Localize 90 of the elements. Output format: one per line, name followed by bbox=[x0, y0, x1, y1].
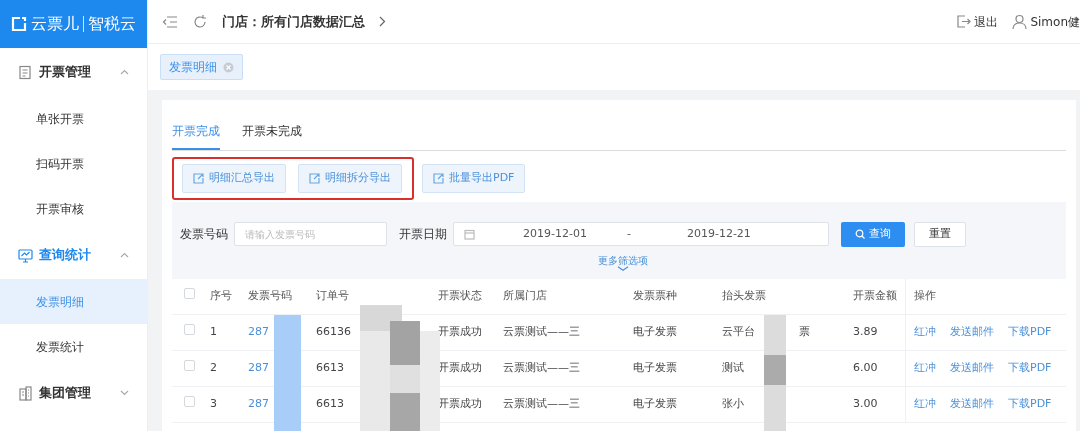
sidebar-item[interactable]: 发票统计 bbox=[0, 324, 147, 369]
table-cell: 云票测试——三 bbox=[503, 360, 580, 374]
search-icon bbox=[855, 229, 865, 239]
column-header: 操作 bbox=[905, 278, 1066, 314]
column-header: 开票金额 bbox=[853, 287, 898, 304]
brand-name: 云票儿 bbox=[31, 13, 79, 35]
invoice-number-link[interactable]: 287 bbox=[248, 324, 269, 338]
logo-icon bbox=[11, 16, 27, 32]
sidebar-group[interactable]: 查询统计 bbox=[0, 231, 147, 279]
logout-link[interactable]: 退出 bbox=[956, 12, 999, 31]
column-header: 发票票种 bbox=[633, 287, 678, 304]
column-header: 发票号码 bbox=[248, 287, 293, 304]
table-cell: 电子发票 bbox=[633, 360, 677, 374]
column-header: 抬头发票 bbox=[722, 287, 767, 304]
refresh-icon bbox=[192, 13, 208, 30]
open-tab[interactable]: 发票明细 bbox=[160, 54, 243, 80]
table-cell: 云票测试——三 bbox=[503, 324, 580, 338]
column-header: 所属门店 bbox=[503, 287, 548, 304]
action-link[interactable]: 发送邮件 bbox=[950, 395, 994, 413]
table-cell: 2 bbox=[210, 360, 217, 374]
document-icon bbox=[18, 64, 33, 80]
table-cell: 6613 bbox=[316, 396, 344, 410]
action-link[interactable]: 红冲 bbox=[914, 359, 936, 377]
action-link[interactable]: 发送邮件 bbox=[950, 359, 994, 377]
action-link[interactable]: 红冲 bbox=[914, 395, 936, 413]
table-cell: 票 bbox=[799, 324, 810, 338]
column-header: 序号 bbox=[210, 287, 233, 304]
invoice-number-link[interactable]: 287 bbox=[248, 360, 269, 374]
field-label: 发票号码 bbox=[180, 226, 228, 243]
reset-button[interactable]: 重置 bbox=[914, 221, 966, 247]
sidebar-group[interactable]: 开票管理 bbox=[0, 48, 147, 96]
building-icon bbox=[18, 385, 33, 401]
export-button[interactable]: 明细汇总导出 bbox=[182, 164, 286, 193]
chevron-right-icon bbox=[379, 16, 386, 27]
product-name: 智税云 bbox=[88, 13, 136, 35]
tab[interactable]: 开票完成 bbox=[172, 118, 220, 150]
invoice-number-field[interactable]: 请输入发票号码 bbox=[234, 222, 387, 246]
chevron-down-icon bbox=[617, 265, 629, 271]
table-cell: 云平台 bbox=[722, 324, 755, 338]
invoice-number-link[interactable]: 287 bbox=[248, 396, 269, 410]
row-checkbox[interactable] bbox=[184, 395, 195, 407]
export-button[interactable]: 批量导出PDF bbox=[422, 164, 526, 193]
action-link[interactable]: 下载PDF bbox=[1008, 395, 1052, 413]
logout-icon bbox=[956, 14, 972, 29]
chevron-up-icon bbox=[120, 69, 129, 75]
user-icon bbox=[1012, 13, 1028, 30]
column-header: 订单号 bbox=[316, 287, 350, 304]
search-button[interactable]: 查询 bbox=[841, 221, 905, 247]
sidebar-item[interactable]: 开票审核 bbox=[0, 186, 147, 231]
export-button[interactable]: 明细拆分导出 bbox=[298, 164, 402, 193]
export-icon bbox=[433, 172, 444, 184]
calendar-icon bbox=[464, 228, 475, 240]
monitor-icon bbox=[18, 247, 33, 263]
action-link[interactable]: 下载PDF bbox=[1008, 359, 1052, 377]
table-cell: 3.89 bbox=[853, 324, 878, 338]
field-label: 开票日期 bbox=[399, 226, 447, 243]
table-cell: 6613 bbox=[316, 360, 344, 374]
sidebar-group[interactable]: 集团管理 bbox=[0, 369, 147, 417]
chevron-down-icon bbox=[120, 390, 129, 396]
table-cell: 开票成功 bbox=[438, 324, 482, 338]
more-filters-toggle[interactable]: 更多筛选项 bbox=[598, 254, 648, 271]
table-cell: 66136 bbox=[316, 324, 351, 338]
export-icon bbox=[193, 172, 204, 184]
date-range-field[interactable]: 2019-12-01 - 2019-12-21 bbox=[453, 222, 829, 246]
sidebar-item[interactable]: 扫码开票 bbox=[0, 141, 147, 186]
table-cell: 6.00 bbox=[853, 360, 878, 374]
table-cell: 电子发票 bbox=[633, 324, 677, 338]
table-cell: 电子发票 bbox=[633, 396, 677, 410]
table-cell: 测试 bbox=[722, 360, 744, 374]
table-cell: 3.00 bbox=[853, 396, 878, 410]
close-icon bbox=[223, 61, 234, 73]
action-link[interactable]: 红冲 bbox=[914, 323, 936, 341]
breadcrumb[interactable]: 门店：所有门店数据汇总 bbox=[222, 11, 365, 32]
user-menu[interactable]: Simon健 bbox=[1012, 12, 1080, 31]
table-cell: 1 bbox=[210, 324, 217, 338]
chevron-up-icon bbox=[120, 252, 129, 258]
action-link[interactable]: 下载PDF bbox=[1008, 323, 1052, 341]
select-all-checkbox[interactable] bbox=[184, 287, 195, 299]
table-cell: 3 bbox=[210, 396, 217, 410]
export-icon bbox=[309, 172, 320, 184]
table-cell: 云票测试——三 bbox=[503, 396, 580, 410]
sidebar-item[interactable]: 单张开票 bbox=[0, 96, 147, 141]
table-cell: 张小 bbox=[722, 396, 744, 410]
row-checkbox[interactable] bbox=[184, 359, 195, 371]
column-header: 开票状态 bbox=[438, 287, 483, 304]
sidebar-item[interactable]: 发票明细 bbox=[0, 279, 147, 324]
collapse-menu-icon bbox=[162, 14, 178, 29]
row-checkbox[interactable] bbox=[184, 323, 195, 335]
action-link[interactable]: 发送邮件 bbox=[950, 323, 994, 341]
tab[interactable]: 开票未完成 bbox=[242, 118, 302, 150]
